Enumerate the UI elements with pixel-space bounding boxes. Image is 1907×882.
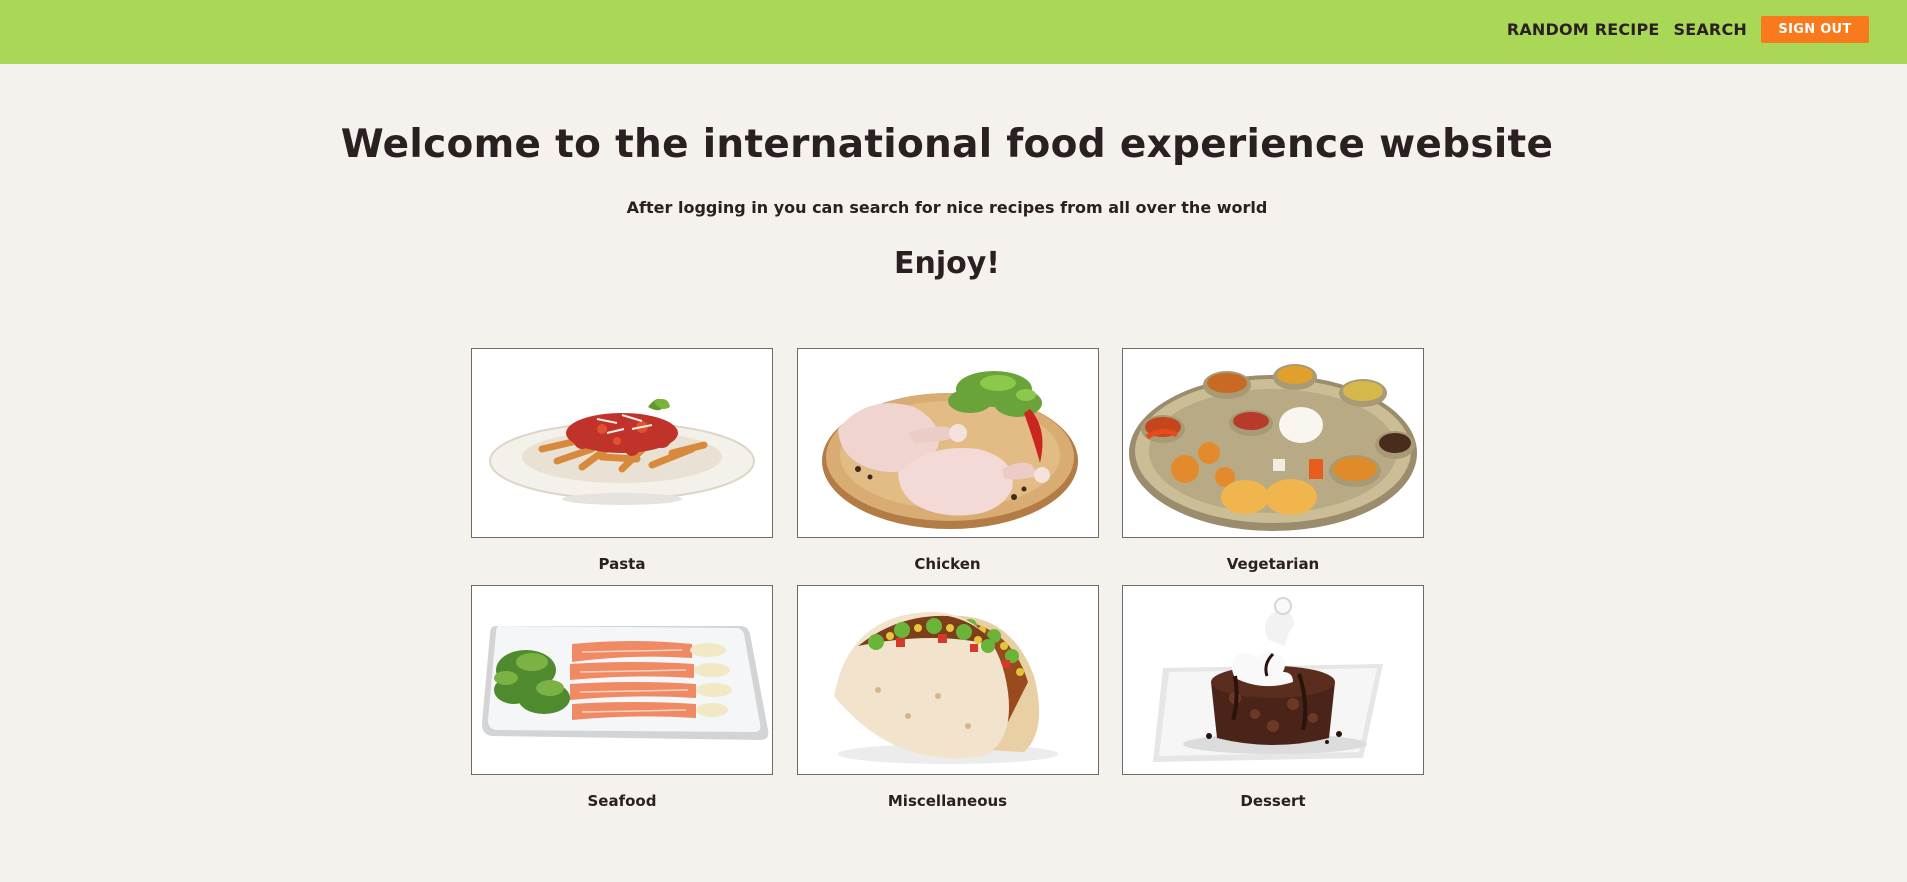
tacos-image[interactable] — [796, 585, 1099, 775]
tacos-illustration — [833, 611, 1058, 764]
category-label: Vegetarian — [1226, 555, 1320, 573]
category-label: Dessert — [1240, 792, 1306, 810]
raw-chicken-legs-image[interactable] — [796, 348, 1099, 538]
salmon-plate-image[interactable] — [471, 585, 773, 775]
chicken-illustration — [821, 371, 1078, 529]
sign-out-button[interactable]: SIGN OUT — [1761, 15, 1869, 43]
pasta-plate-image[interactable] — [471, 348, 773, 538]
top-navbar: RANDOM RECIPE SEARCH SIGN OUT — [0, 0, 1907, 64]
thali-illustration — [1129, 364, 1417, 531]
dessert-illustration — [1153, 597, 1383, 762]
pasta-plate-illustration — [489, 398, 755, 505]
category-card-miscellaneous[interactable]: Miscellaneous — [796, 585, 1099, 810]
enjoy-heading: Enjoy! — [894, 246, 1000, 281]
category-card-dessert[interactable]: Dessert — [1122, 585, 1424, 810]
chocolate-lava-cake-image[interactable] — [1122, 585, 1424, 775]
random-recipe-link[interactable]: RANDOM RECIPE — [1507, 20, 1660, 39]
category-label: Pasta — [598, 555, 646, 573]
category-grid: Pasta Chicken Vegetarian Seafood Miscell… — [471, 348, 1424, 810]
category-card-chicken[interactable]: Chicken — [796, 348, 1099, 573]
page-subtitle: After logging in you can search for nice… — [626, 198, 1268, 217]
page-title: Welcome to the international food experi… — [340, 122, 1554, 167]
category-card-pasta[interactable]: Pasta — [471, 348, 773, 573]
salmon-illustration — [482, 626, 769, 740]
search-link[interactable]: SEARCH — [1674, 20, 1748, 39]
category-card-vegetarian[interactable]: Vegetarian — [1122, 348, 1424, 573]
category-label: Miscellaneous — [887, 792, 1008, 810]
category-label: Seafood — [587, 792, 657, 810]
vegetarian-thali-image[interactable] — [1122, 348, 1424, 538]
category-label: Chicken — [914, 555, 981, 573]
category-card-seafood[interactable]: Seafood — [471, 585, 773, 810]
nav-links: RANDOM RECIPE SEARCH SIGN OUT — [1507, 0, 1869, 58]
